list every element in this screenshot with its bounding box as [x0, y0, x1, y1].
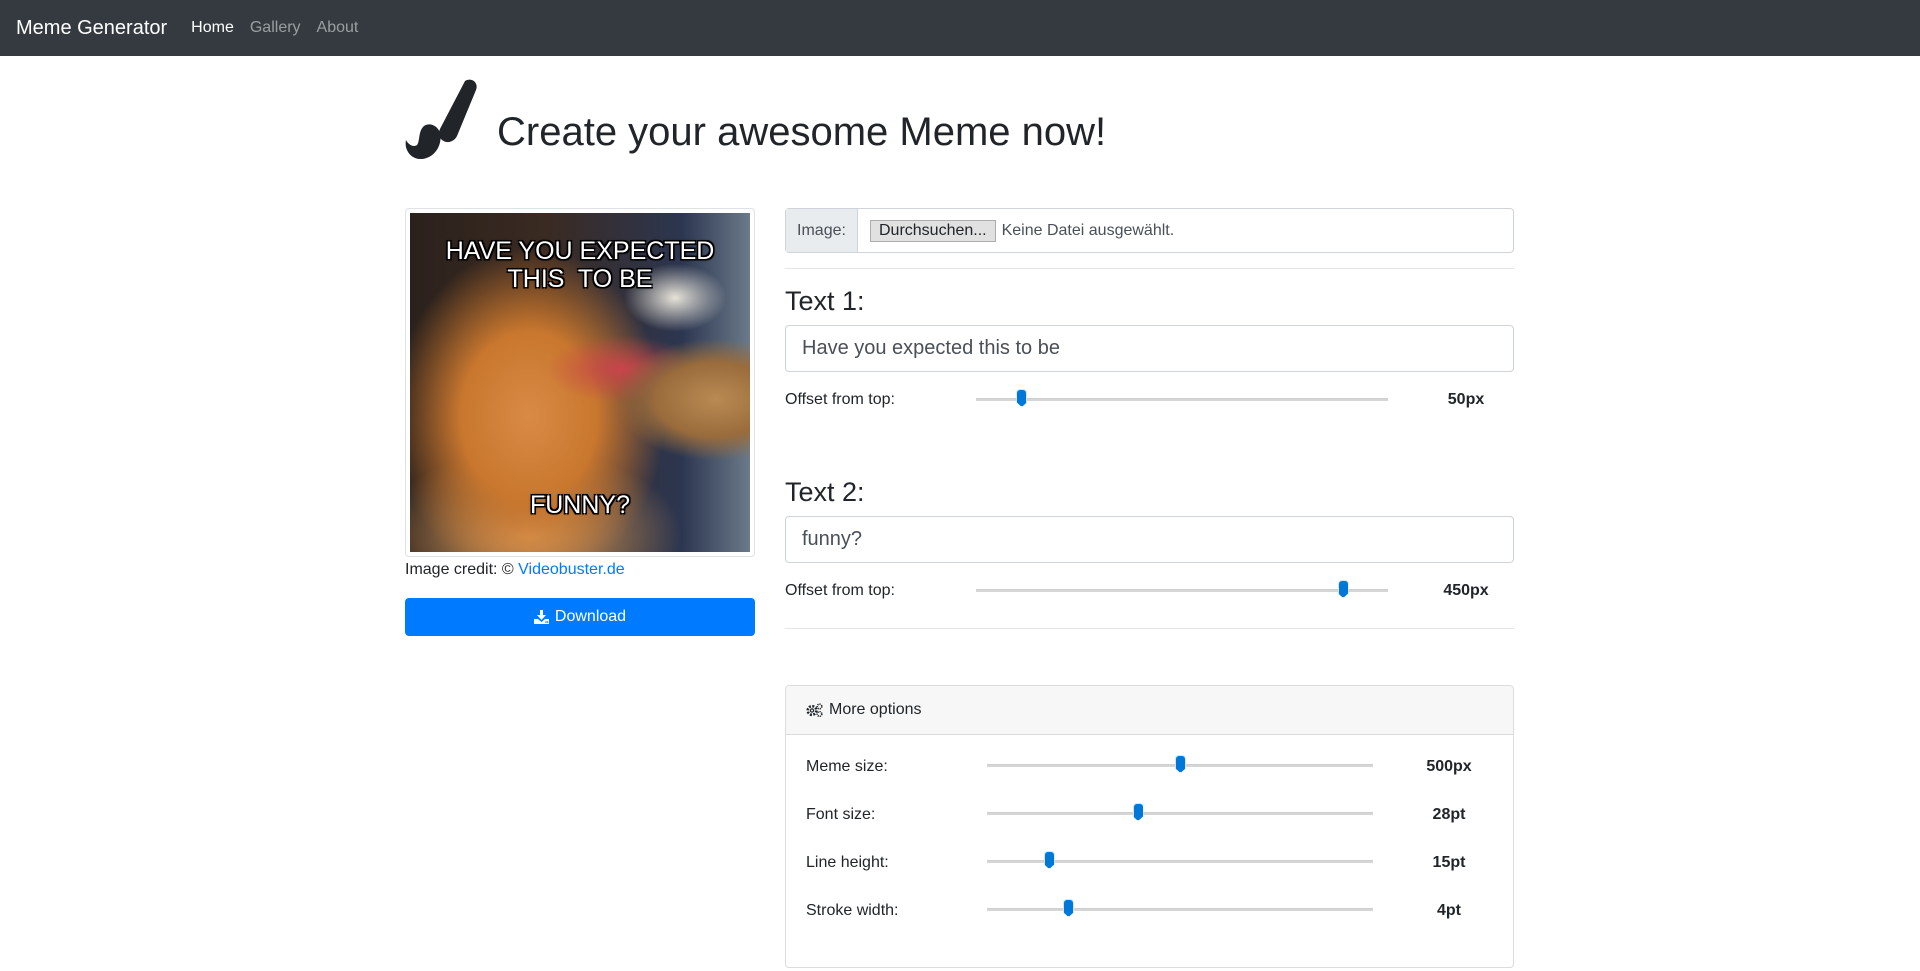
text2-offset-label: Offset from top:	[785, 582, 895, 599]
nav-gallery[interactable]: Gallery	[250, 19, 301, 37]
line-height-slider[interactable]	[987, 851, 1373, 871]
navbar: Meme Generator Home Gallery About	[0, 0, 1920, 56]
meme-size-label: Meme size:	[806, 758, 888, 775]
page-title: Create your awesome Meme now!	[497, 110, 1107, 154]
text2-offset-slider[interactable]	[976, 580, 1388, 600]
more-options-card: More options	[785, 685, 1514, 968]
text2-input[interactable]	[785, 516, 1514, 563]
slider-thumb[interactable]	[1175, 755, 1186, 773]
download-icon	[533, 610, 549, 624]
meme-bottom-text: FUNNY?	[529, 491, 630, 519]
meme-top-text: HAVE YOU EXPECTED THIS TO BE	[445, 237, 715, 293]
slider-thumb[interactable]	[1132, 803, 1144, 821]
file-status: Keine Datei ausgewählt.	[1001, 221, 1175, 239]
font-size-label: Font size:	[806, 806, 876, 823]
image-file-input-group: Image: Durchsuchen... Keine Datei ausgew…	[785, 208, 1514, 253]
slider-thumb[interactable]	[1063, 899, 1075, 917]
image-credit-label: Image credit: ©	[405, 561, 519, 578]
more-options-title: More options	[829, 701, 922, 718]
image-input-label: Image:	[786, 209, 858, 252]
text1-label: Text 1:	[785, 286, 865, 316]
text2-label: Text 2:	[785, 477, 865, 507]
meme-preview: HAVE YOU EXPECTED THIS TO BE FUNNY?	[405, 208, 755, 557]
text2-offset-value: 450px	[1443, 582, 1489, 599]
page-heading: Create your awesome Meme now!	[405, 78, 1106, 160]
font-size-value: 28pt	[1432, 806, 1466, 823]
download-label: Download	[554, 608, 627, 625]
browse-file-button[interactable]: Durchsuchen...	[870, 219, 996, 242]
stroke-width-label: Stroke width:	[806, 902, 899, 919]
image-credit: Image credit: © Videobuster.de	[405, 561, 625, 579]
image-credit-link[interactable]: Videobuster.de	[518, 561, 624, 578]
slider-thumb[interactable]	[1337, 580, 1349, 598]
line-height-label: Line height:	[806, 854, 889, 871]
slider-thumb[interactable]	[1043, 851, 1055, 869]
font-size-slider[interactable]	[987, 803, 1373, 823]
text1-offset-slider[interactable]	[976, 389, 1388, 409]
divider	[785, 268, 1514, 269]
brand-link[interactable]: Meme Generator	[16, 17, 167, 40]
stroke-width-slider[interactable]	[987, 899, 1373, 919]
download-button[interactable]: Download	[405, 598, 755, 636]
nav-home[interactable]: Home	[191, 19, 234, 37]
divider	[785, 628, 1514, 629]
meme-size-value: 500px	[1426, 758, 1472, 775]
text1-offset-label: Offset from top:	[785, 391, 895, 408]
meme-size-slider[interactable]	[987, 755, 1373, 775]
cogs-icon	[806, 703, 823, 717]
text1-input[interactable]	[785, 325, 1514, 372]
more-options-header[interactable]: More options	[786, 686, 1513, 735]
meme-image: HAVE YOU EXPECTED THIS TO BE FUNNY?	[410, 213, 750, 552]
slider-thumb[interactable]	[1016, 389, 1028, 407]
line-height-value: 15pt	[1432, 854, 1466, 871]
nav-about[interactable]: About	[317, 19, 359, 37]
text1-offset-value: 50px	[1447, 391, 1485, 408]
stroke-width-value: 4pt	[1437, 902, 1461, 919]
paint-brush-icon	[405, 79, 477, 160]
